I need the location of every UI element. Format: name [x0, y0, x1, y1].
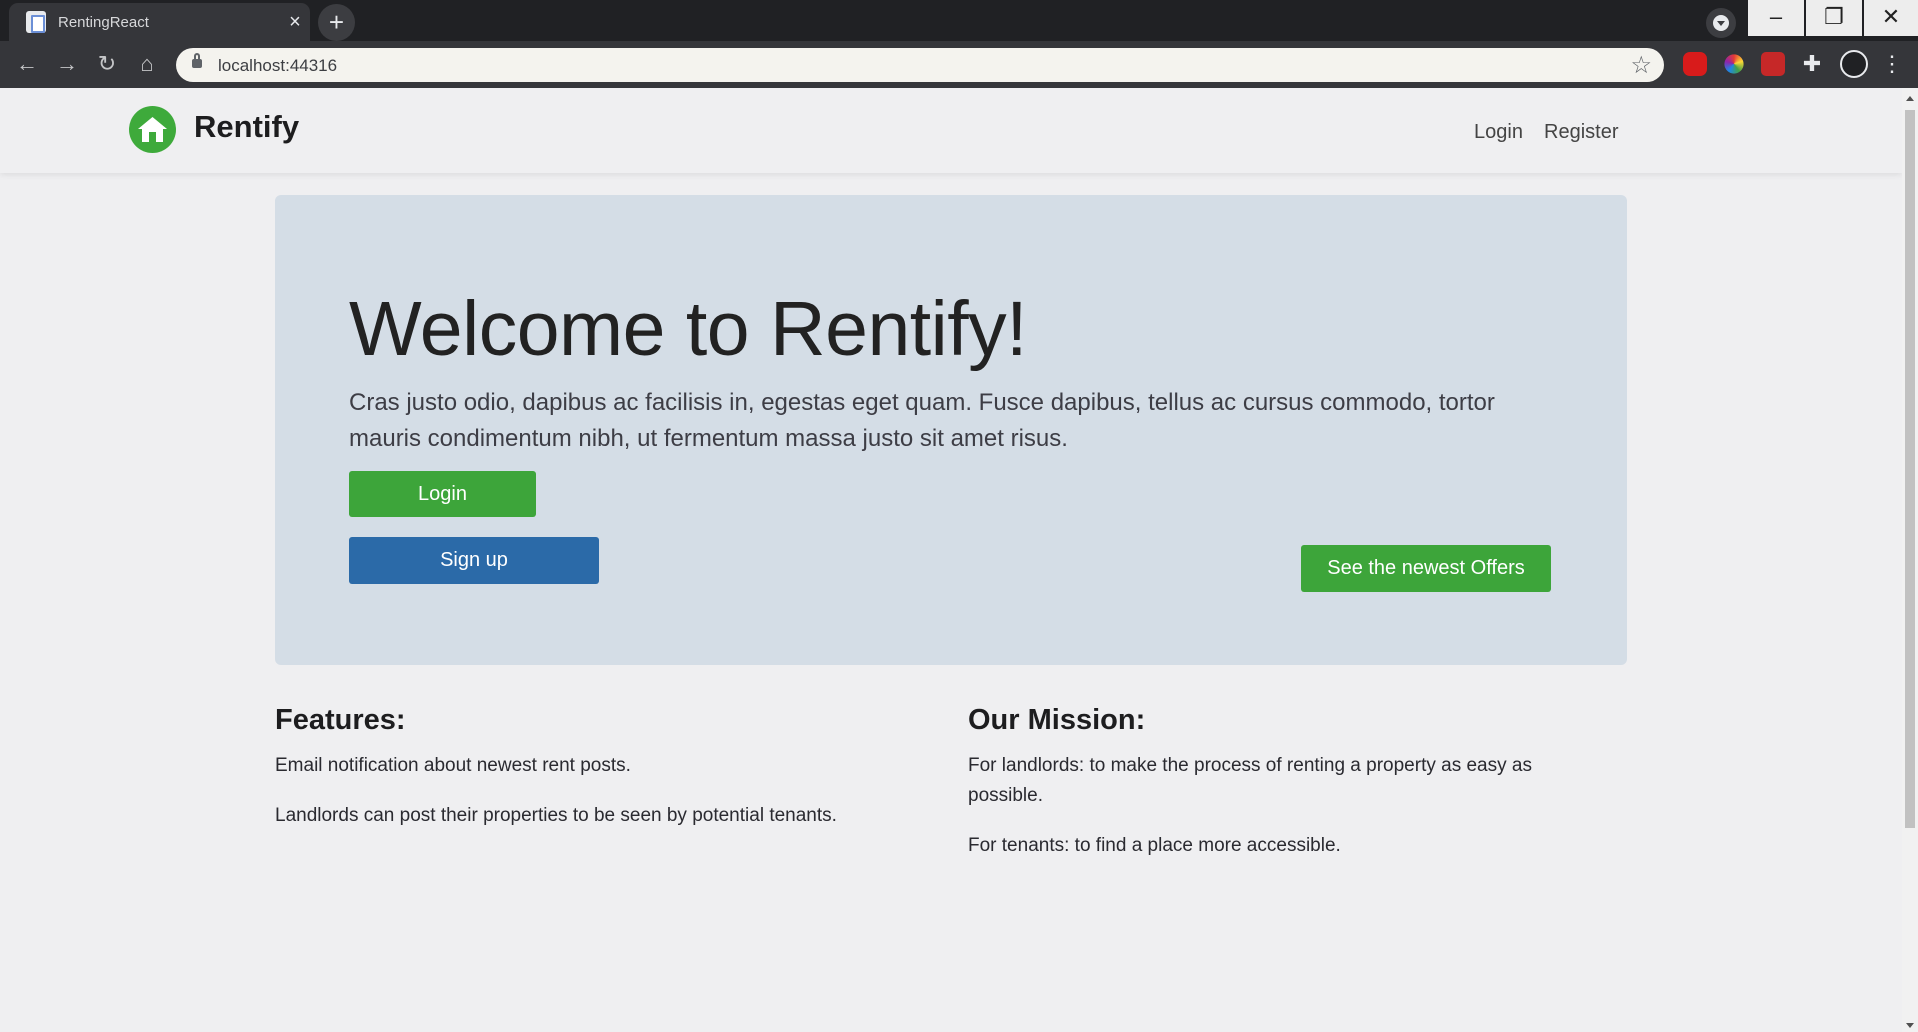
extensions-puzzle-icon[interactable]: ✚	[1800, 52, 1824, 76]
window-close-button[interactable]: ✕	[1864, 0, 1918, 36]
page-icon	[26, 11, 46, 33]
mission-section: Our Mission: For landlords: to make the …	[968, 704, 1568, 881]
page-viewport: Rentify Login Register Welcome to Rentif…	[0, 88, 1902, 1032]
site-navbar: Rentify Login Register	[0, 88, 1902, 173]
hero-lead-text: Cras justo odio, dapibus ac facilisis in…	[349, 389, 1495, 452]
new-tab-button[interactable]: +	[318, 4, 355, 41]
extension-red-icon[interactable]	[1761, 52, 1785, 76]
signup-button[interactable]: Sign up	[349, 537, 599, 584]
features-heading: Features:	[275, 704, 406, 736]
mission-heading: Our Mission:	[968, 704, 1146, 736]
reload-icon[interactable]: ↻	[90, 47, 124, 81]
mission-item: For tenants: to find a place more access…	[968, 835, 1341, 856]
brand-name[interactable]: Rentify	[194, 109, 299, 145]
mission-item: For landlords: to make the process of re…	[968, 755, 1532, 806]
browser-tabstrip: RentingReact × + – ❐ ✕	[0, 0, 1918, 41]
url-text[interactable]: localhost:44316	[218, 56, 337, 76]
house-logo-icon[interactable]	[129, 106, 176, 153]
extension-adblock-icon[interactable]	[1683, 52, 1707, 76]
page-scrollbar[interactable]	[1902, 88, 1918, 1032]
feature-item: Landlords can post their properties to b…	[275, 805, 837, 826]
browser-menu-icon[interactable]: ⋮	[1880, 52, 1904, 76]
scroll-up-arrow-icon[interactable]	[1906, 96, 1914, 101]
extension-color-icon[interactable]	[1724, 54, 1744, 74]
login-button[interactable]: Login	[349, 471, 536, 517]
restore-button[interactable]: ❐	[1806, 0, 1862, 36]
feature-item: Email notification about newest rent pos…	[275, 755, 631, 776]
close-icon[interactable]: ×	[280, 11, 310, 34]
hero-heading: Welcome to Rentify!	[349, 286, 1028, 372]
react-devtools-icon[interactable]	[1840, 50, 1868, 78]
tab-search-icon[interactable]	[1706, 8, 1736, 38]
lock-icon[interactable]	[192, 53, 202, 68]
newest-offers-button[interactable]: See the newest Offers	[1301, 545, 1551, 592]
minimize-button[interactable]: –	[1748, 0, 1804, 36]
forward-arrow-icon[interactable]: →	[50, 47, 84, 81]
scroll-down-arrow-icon[interactable]	[1906, 1023, 1914, 1028]
features-section: Features: Email notification about newes…	[275, 704, 895, 851]
tab-title: RentingReact	[58, 13, 149, 31]
scrollbar-thumb[interactable]	[1905, 110, 1915, 828]
browser-toolbar: ← → ↻ ⌂ localhost:44316 ☆ ✚ ⋮	[0, 41, 1918, 88]
hero-jumbotron: Welcome to Rentify! Cras justo odio, dap…	[275, 195, 1627, 665]
address-bar[interactable]: localhost:44316 ☆	[176, 48, 1664, 82]
browser-tab[interactable]: RentingReact ×	[9, 3, 310, 41]
back-arrow-icon[interactable]: ←	[10, 47, 44, 81]
nav-login-link[interactable]: Login	[1474, 121, 1523, 144]
home-icon[interactable]: ⌂	[130, 47, 164, 81]
bookmark-star-icon[interactable]: ☆	[1630, 51, 1652, 80]
nav-register-link[interactable]: Register	[1544, 121, 1618, 144]
